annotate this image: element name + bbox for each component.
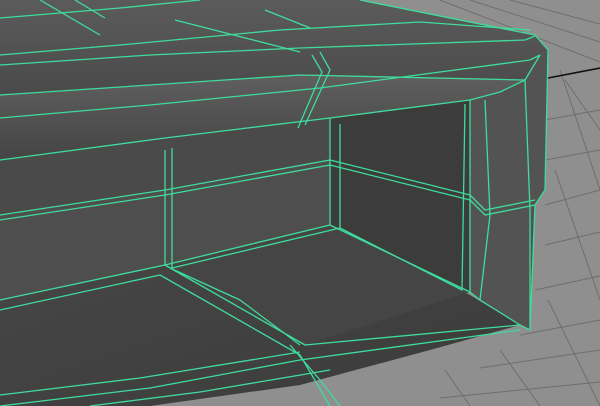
viewport-canvas[interactable]	[0, 0, 600, 406]
3d-viewport[interactable]	[0, 0, 600, 406]
world-axis-line	[547, 67, 600, 79]
